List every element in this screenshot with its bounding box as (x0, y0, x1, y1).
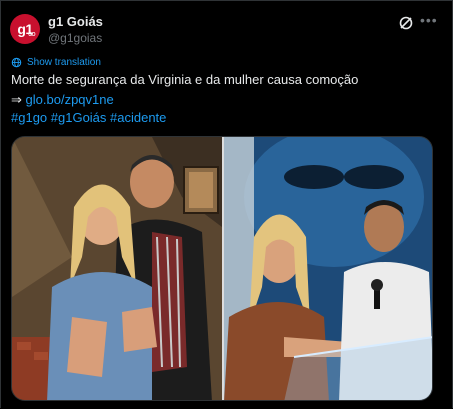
tweet-media[interactable] (11, 136, 433, 401)
photo-couple-right[interactable] (224, 137, 432, 400)
account-name[interactable]: g1 Goiás (48, 14, 103, 29)
show-translation-button[interactable]: Show translation (11, 57, 101, 68)
arrow-glyph: ⇒ (11, 92, 22, 107)
photo-couple-left[interactable] (12, 137, 222, 400)
globe-icon (11, 57, 22, 68)
show-translation-label: Show translation (27, 57, 101, 68)
account-handle[interactable]: @g1goias (48, 31, 102, 45)
tweet-hashtags[interactable]: #g1go #g1Goiás #acidente (11, 110, 166, 126)
tweet-text: Morte de segurança da Virginia e da mulh… (11, 72, 359, 87)
couple-event-illustration (224, 137, 432, 400)
couple-photo-illustration (12, 137, 222, 400)
tweet-link[interactable]: glo.bo/zpqv1ne (26, 92, 114, 107)
more-icon[interactable]: ••• (420, 12, 437, 28)
tweet-link-line: ⇒ glo.bo/zpqv1ne (11, 92, 114, 108)
avatar[interactable]: g1 GO (10, 14, 40, 44)
grok-icon[interactable] (398, 15, 414, 31)
avatar-logo-subtext: GO (28, 32, 35, 38)
